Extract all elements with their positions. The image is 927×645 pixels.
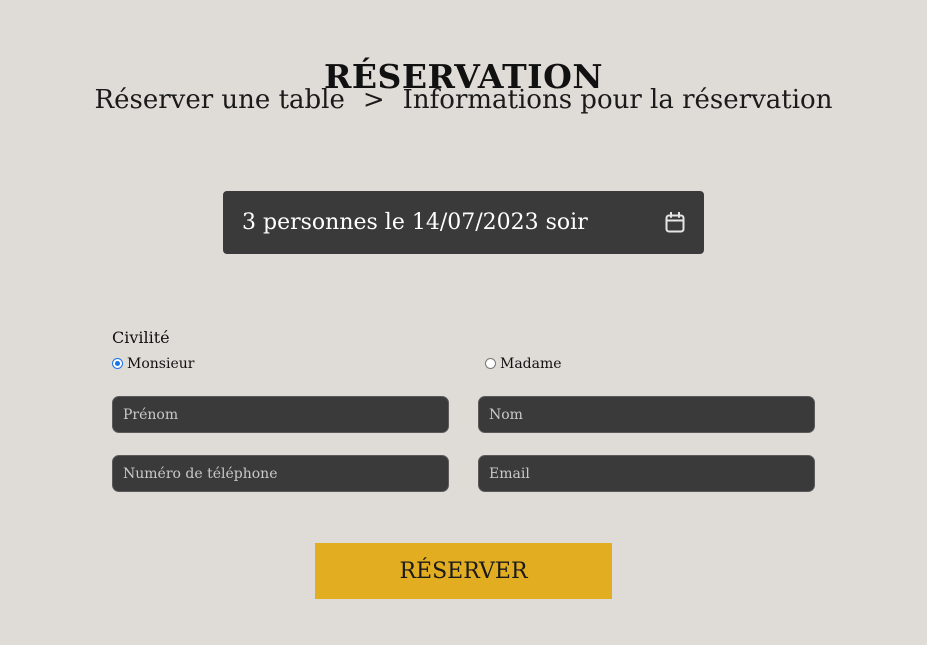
breadcrumb-separator: > xyxy=(362,85,385,115)
reserve-button[interactable]: RÉSERVER xyxy=(315,543,612,599)
phone-field[interactable] xyxy=(112,455,449,492)
first-name-field[interactable] xyxy=(112,396,449,433)
booking-summary-selector[interactable]: 3 personnes le 14/07/2023 soir xyxy=(223,191,704,254)
booking-summary-text: 3 personnes le 14/07/2023 soir xyxy=(242,210,588,235)
email-field[interactable] xyxy=(478,455,815,492)
civility-radio-madame[interactable]: Madame xyxy=(485,356,562,372)
radio-selected-icon[interactable] xyxy=(112,357,123,369)
breadcrumb: Réserver une table > Informations pour la … xyxy=(0,83,927,117)
breadcrumb-step-table[interactable]: Réserver une table xyxy=(95,85,345,115)
breadcrumb-step-informations: Informations pour la réservation xyxy=(402,85,833,115)
civility-option-monsieur-label: Monsieur xyxy=(127,356,195,372)
radio-unselected-icon[interactable] xyxy=(485,357,496,369)
last-name-field[interactable] xyxy=(478,396,815,433)
civility-option-madame-label: Madame xyxy=(500,356,562,372)
civility-label: Civilité xyxy=(112,328,170,347)
civility-radio-monsieur[interactable]: Monsieur xyxy=(112,356,194,372)
calendar-icon[interactable] xyxy=(664,212,686,234)
